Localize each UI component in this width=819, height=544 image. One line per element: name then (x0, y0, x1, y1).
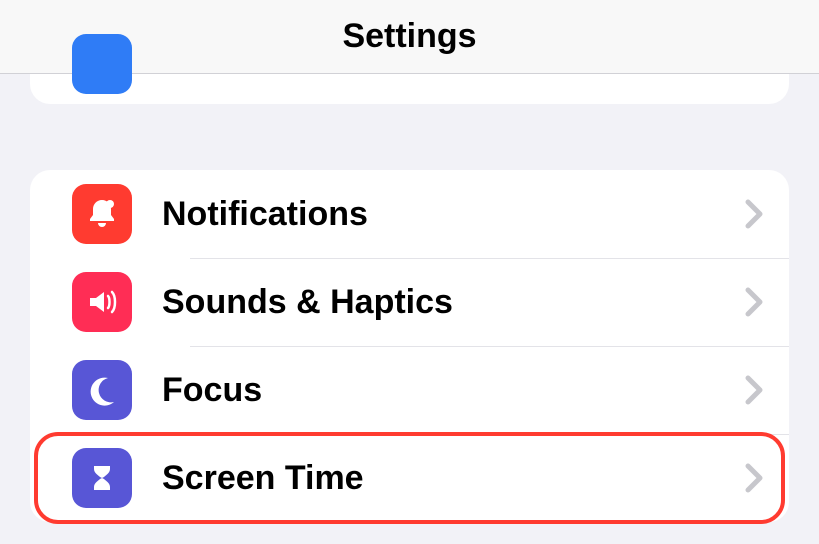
row-screen-time[interactable]: Screen Time (30, 434, 789, 522)
accessibility-icon (72, 34, 132, 94)
previous-group-bottom (30, 74, 789, 104)
speaker-icon (72, 272, 132, 332)
content-area: Notifications Sounds & Haptics (0, 74, 819, 522)
hourglass-icon (72, 448, 132, 508)
page-title: Settings (342, 17, 476, 56)
row-notifications[interactable]: Notifications (30, 170, 789, 258)
row-focus[interactable]: Focus (30, 346, 789, 434)
row-label: Focus (162, 371, 745, 410)
row-label: Screen Time (162, 459, 745, 498)
moon-icon (72, 360, 132, 420)
bell-icon (72, 184, 132, 244)
settings-group: Notifications Sounds & Haptics (30, 170, 789, 522)
row-sounds-haptics[interactable]: Sounds & Haptics (30, 258, 789, 346)
row-label: Sounds & Haptics (162, 283, 745, 322)
chevron-right-icon (745, 463, 763, 493)
row-label: Notifications (162, 195, 745, 234)
chevron-right-icon (745, 375, 763, 405)
chevron-right-icon (745, 199, 763, 229)
chevron-right-icon (745, 287, 763, 317)
